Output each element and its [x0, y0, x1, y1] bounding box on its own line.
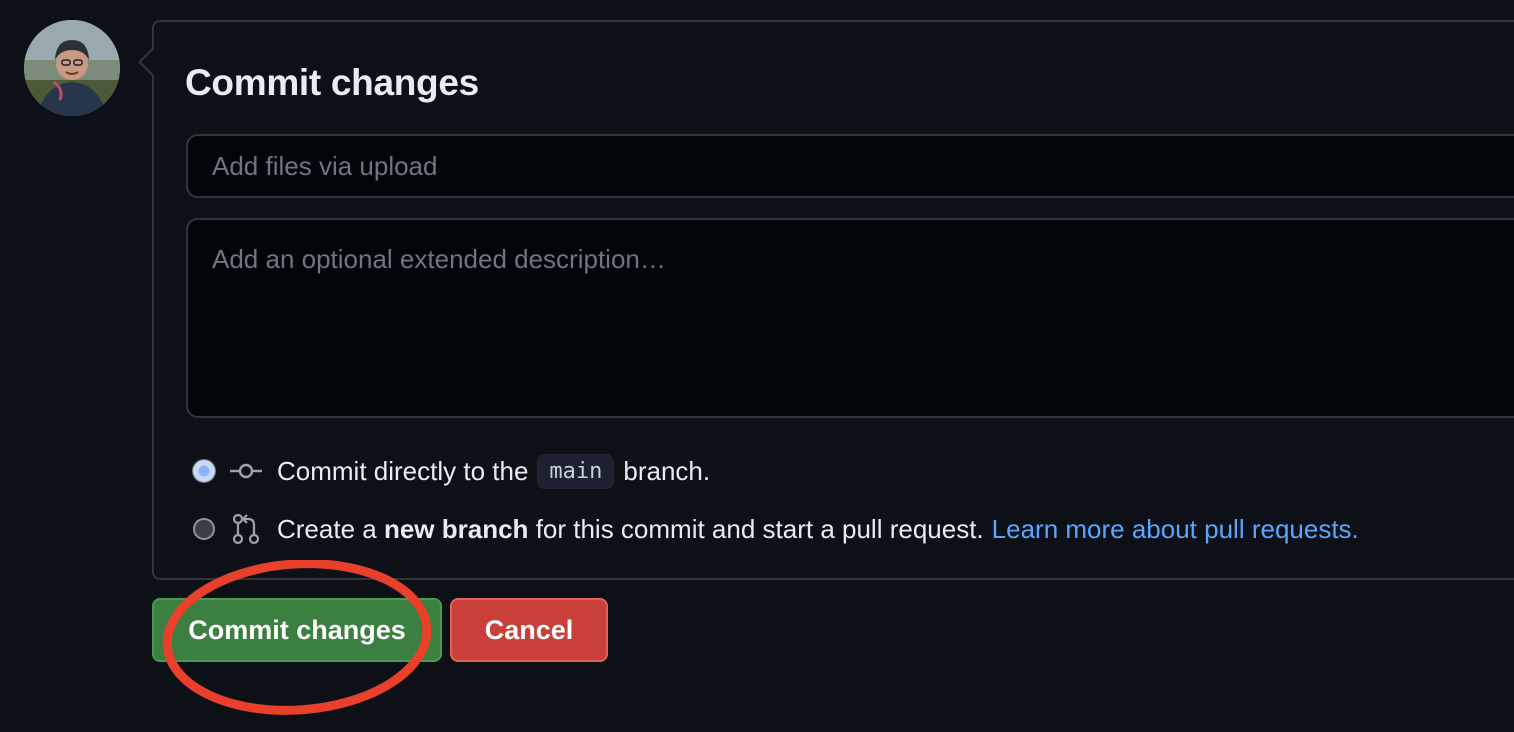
new-branch-suffix: for this commit and start a pull request… — [535, 513, 984, 544]
git-pull-request-icon — [229, 512, 263, 546]
commit-changes-button[interactable]: Commit changes — [152, 598, 442, 662]
new-branch-radio[interactable] — [193, 518, 215, 540]
commit-direct-suffix: branch. — [623, 455, 711, 486]
git-commit-icon — [229, 454, 263, 488]
new-branch-option[interactable]: Create a new branch for this commit and … — [193, 510, 1359, 548]
avatar-image — [24, 20, 120, 116]
learn-more-pull-requests-link[interactable]: Learn more about pull requests. — [992, 514, 1359, 545]
commit-description-textarea[interactable] — [186, 218, 1514, 418]
commit-changes-page: Commit changes Commit directly to the ma… — [0, 0, 1514, 732]
branch-name-code: main — [537, 453, 615, 489]
form-title: Commit changes — [185, 62, 479, 103]
commit-direct-radio[interactable] — [193, 460, 215, 482]
commit-direct-option[interactable]: Commit directly to the main branch. — [193, 452, 710, 490]
cancel-button[interactable]: Cancel — [450, 598, 608, 662]
user-avatar[interactable] — [24, 20, 120, 116]
new-branch-prefix: Create a — [277, 513, 377, 544]
commit-direct-text: Commit directly to the — [277, 455, 529, 486]
comment-box-pointer-fill — [141, 48, 155, 76]
new-branch-bold: new branch — [383, 513, 529, 544]
commit-summary-input[interactable] — [186, 134, 1514, 198]
